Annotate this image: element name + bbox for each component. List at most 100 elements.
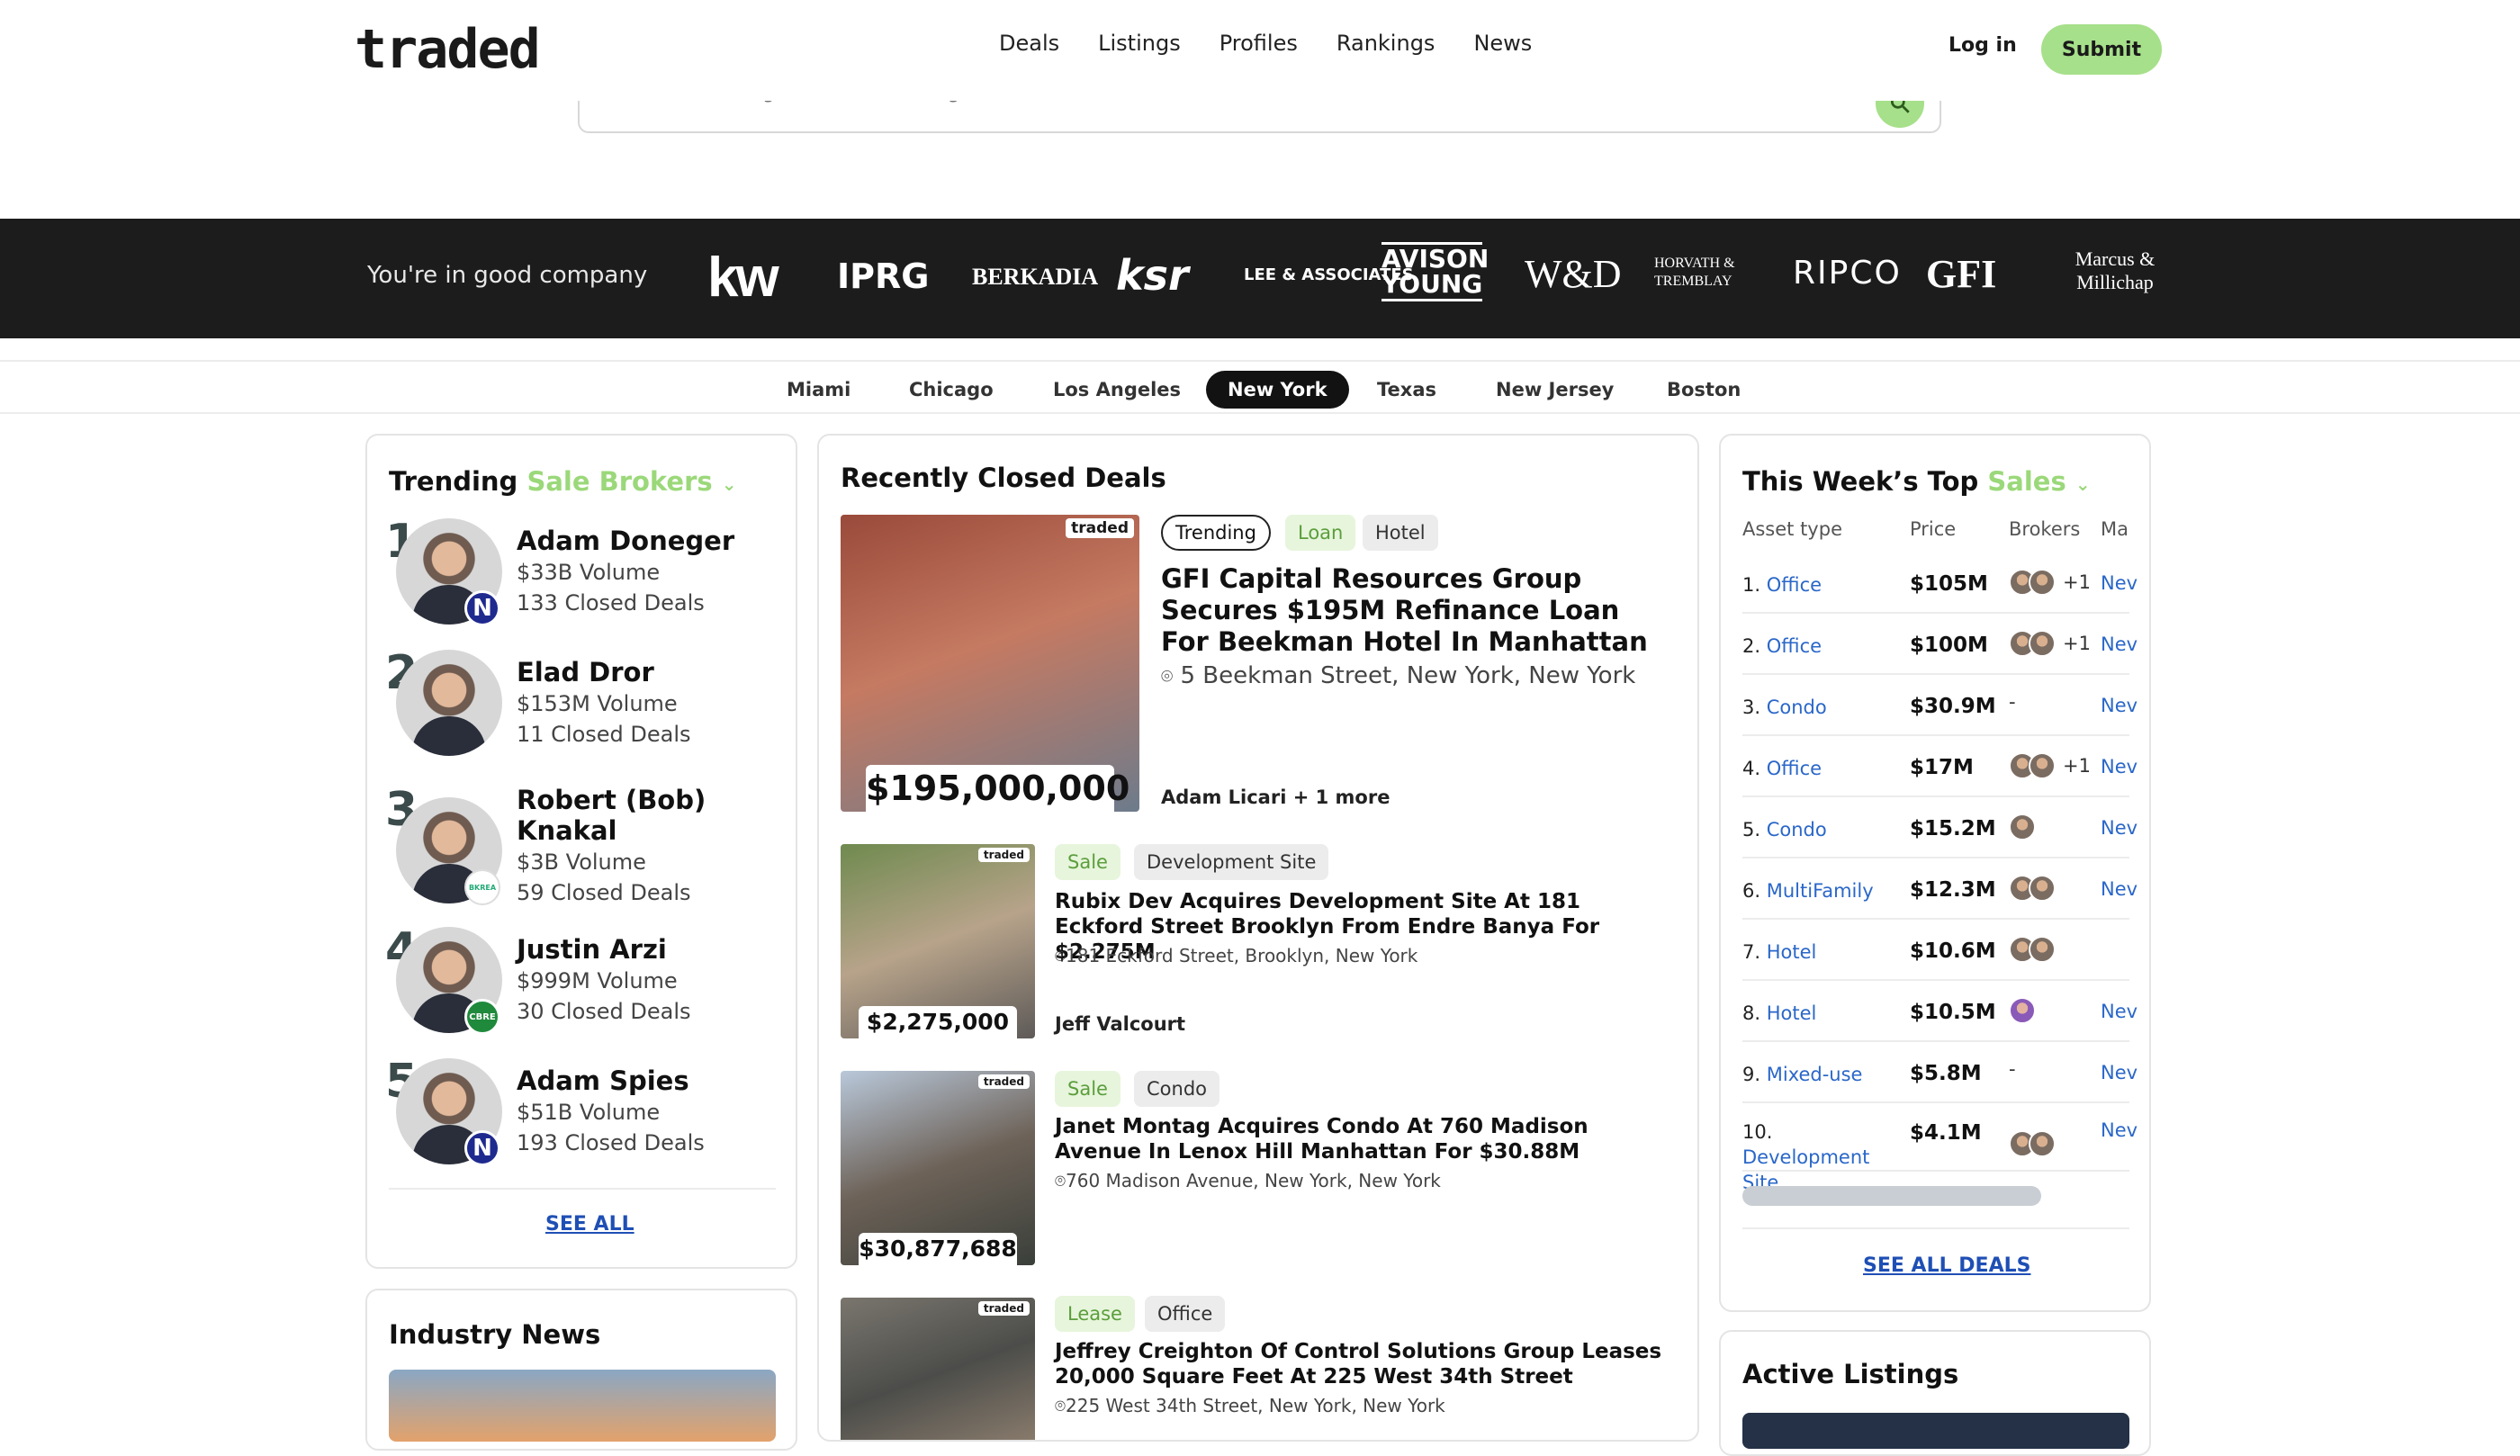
deal-image[interactable]: traded $30,877,688: [841, 1071, 1035, 1265]
tag-sale[interactable]: Sale: [1055, 1071, 1120, 1107]
tab-new-york[interactable]: New York: [1206, 371, 1349, 409]
top-sales-title: This Week’s Top Sales ⌄: [1742, 466, 2091, 497]
table-row[interactable]: 2. Office $100M +1 Nev: [1742, 614, 2138, 675]
tag-lease[interactable]: Lease: [1055, 1296, 1135, 1332]
avatar: [396, 650, 502, 756]
industry-news-title: Industry News: [389, 1319, 601, 1350]
brands-label: You're in good company: [367, 262, 648, 289]
deal-address: ⌾181 Eckford Street, Brooklyn, New York: [1055, 945, 1418, 966]
company-badge-icon: N: [464, 590, 500, 626]
trending-brokers-card: Trending Sale Brokers ⌄ 1 N Adam Doneger…: [365, 434, 797, 1269]
tag-loan[interactable]: Loan: [1285, 515, 1356, 551]
avatar: [2029, 569, 2056, 596]
tab-miami[interactable]: Miami: [765, 371, 872, 409]
broker-volume: $153M Volume: [517, 691, 678, 716]
deal-image[interactable]: traded $195,000,000: [841, 515, 1139, 812]
table-row[interactable]: 9. Mixed-use $5.8M - Nev: [1742, 1042, 2138, 1103]
column-header-brokers: Brokers: [2009, 518, 2081, 540]
brokers: [2009, 1130, 2056, 1157]
location-pin-icon: ⌾: [1161, 666, 1174, 688]
brokers: +1: [2009, 752, 2091, 779]
deal-title[interactable]: Janet Montag Acquires Condo At 760 Madis…: [1055, 1114, 1676, 1164]
nav-deals[interactable]: Deals: [999, 31, 1059, 56]
market: Nev: [2101, 878, 2138, 900]
tag-sale[interactable]: Sale: [1055, 844, 1120, 880]
deal-image[interactable]: traded: [841, 1298, 1035, 1440]
price: $5.8M: [1910, 1062, 1982, 1085]
brokers: +1: [2009, 630, 2091, 657]
table-row[interactable]: 1. Office $105M +1 Nev: [1742, 553, 2138, 614]
submit-button[interactable]: Submit: [2041, 24, 2162, 75]
brand-logo-ripco: RIPCO: [1793, 255, 1902, 292]
nav-rankings[interactable]: Rankings: [1336, 31, 1436, 56]
broker-card[interactable]: 3 BKREA Robert (Bob) Knakal $3B Volume 5…: [385, 783, 781, 905]
nav-listings[interactable]: Listings: [1098, 31, 1181, 56]
broker-card[interactable]: 5 N Adam Spies $51B Volume 193 Closed De…: [385, 1055, 781, 1175]
broker-name: Elad Dror: [517, 657, 654, 688]
market: Nev: [2101, 634, 2138, 655]
price: $30.9M: [1910, 695, 1996, 718]
tab-new-jersey[interactable]: New Jersey: [1474, 371, 1635, 409]
brand-logo-gfi: GFI: [1926, 252, 1997, 296]
divider: [389, 1188, 776, 1190]
tag-trending[interactable]: Trending: [1161, 515, 1271, 551]
deal-title[interactable]: GFI Capital Resources Group Secures $195…: [1161, 563, 1665, 658]
tag-condo[interactable]: Condo: [1134, 1071, 1220, 1107]
deal-title[interactable]: Jeffrey Creighton Of Control Solutions G…: [1055, 1339, 1676, 1389]
trending-filter-dropdown[interactable]: Sale Brokers ⌄: [526, 466, 736, 497]
table-row[interactable]: 6. MultiFamily $12.3M Nev: [1742, 858, 2138, 920]
tag-office[interactable]: Office: [1145, 1296, 1226, 1332]
listing-thumbnail[interactable]: [1742, 1413, 2129, 1449]
top-sales-filter-dropdown[interactable]: Sales ⌄: [1987, 466, 2090, 497]
broker-deals: 59 Closed Deals: [517, 880, 691, 905]
broker-card[interactable]: 2 Elad Dror $153M Volume 11 Closed Deals: [385, 646, 781, 767]
traded-watermark: traded: [977, 1074, 1030, 1089]
table-row[interactable]: 8. Hotel $10.5M Nev: [1742, 981, 2138, 1042]
table-row[interactable]: 3. Condo $30.9M - Nev: [1742, 675, 2138, 736]
broker-volume: $51B Volume: [517, 1100, 661, 1125]
brand-logo-wd: W&D: [1525, 252, 1622, 296]
column-header-asset-type: Asset type: [1742, 518, 1842, 540]
brand-logo-marcus-millichap: Marcus & Millichap: [2074, 247, 2156, 293]
brand-logo-horvath: HORVATH & TREMBLAY: [1654, 256, 1735, 289]
deal-address: ⌾225 West 34th Street, New York, New Yor…: [1055, 1395, 1445, 1416]
news-thumbnail[interactable]: [389, 1370, 776, 1442]
see-all-deals-link[interactable]: SEE ALL DEALS: [1863, 1254, 2030, 1277]
avatar: [2029, 630, 2056, 657]
deal-price: $195,000,000: [866, 765, 1130, 812]
traded-watermark: traded: [977, 848, 1030, 862]
nav-news[interactable]: News: [1473, 31, 1532, 56]
table-row[interactable]: 5. Condo $15.2M Nev: [1742, 797, 2138, 858]
deal-price: $2,275,000: [859, 1006, 1017, 1038]
partner-brands-bar: You're in good company kw IPRG BERKADIA …: [0, 219, 2520, 338]
tag-development-site[interactable]: Development Site: [1134, 844, 1329, 880]
deal-image[interactable]: traded $2,275,000: [841, 844, 1035, 1038]
horizontal-scrollbar[interactable]: [1742, 1186, 2041, 1206]
tab-los-angeles[interactable]: Los Angeles: [1031, 371, 1202, 409]
broker-card[interactable]: 1 N Adam Doneger $33B Volume 133 Closed …: [385, 515, 781, 635]
market: Nev: [2101, 1119, 2138, 1141]
table-row[interactable]: 10. Development Site $4.1M Nev: [1742, 1103, 2138, 1193]
asset-type: 5. Condo: [1742, 819, 1827, 840]
traded-logo[interactable]: traded: [355, 18, 541, 81]
broker-card[interactable]: 4 CBRE Justin Arzi $999M Volume 30 Close…: [385, 923, 781, 1044]
brand-logo-avison-young: AVISON YOUNG: [1382, 242, 1489, 301]
see-all-brokers-link[interactable]: SEE ALL: [545, 1213, 634, 1236]
recently-closed-deals-card: Recently Closed Deals traded $195,000,00…: [817, 434, 1699, 1442]
company-badge-icon: BKREA: [464, 869, 500, 905]
tag-hotel[interactable]: Hotel: [1363, 515, 1438, 551]
deal-address: ⌾ 5 Beekman Street, New York, New York: [1161, 662, 1636, 689]
nav-profiles[interactable]: Profiles: [1220, 31, 1298, 56]
tab-chicago[interactable]: Chicago: [887, 371, 1015, 409]
chevron-down-icon: ⌄: [721, 473, 737, 495]
table-row[interactable]: 7. Hotel $10.6M: [1742, 920, 2129, 981]
login-link[interactable]: Log in: [1948, 34, 2017, 57]
tab-boston[interactable]: Boston: [1645, 371, 1762, 409]
price: $17M: [1910, 756, 1974, 779]
column-header-market: Ma: [2101, 518, 2128, 540]
deal-broker[interactable]: Adam Licari + 1 more: [1161, 786, 1390, 808]
column-header-price: Price: [1910, 518, 1957, 540]
deal-broker[interactable]: Jeff Valcourt: [1055, 1013, 1185, 1035]
tab-texas[interactable]: Texas: [1355, 371, 1458, 409]
table-row[interactable]: 4. Office $17M +1 Nev: [1742, 736, 2138, 797]
